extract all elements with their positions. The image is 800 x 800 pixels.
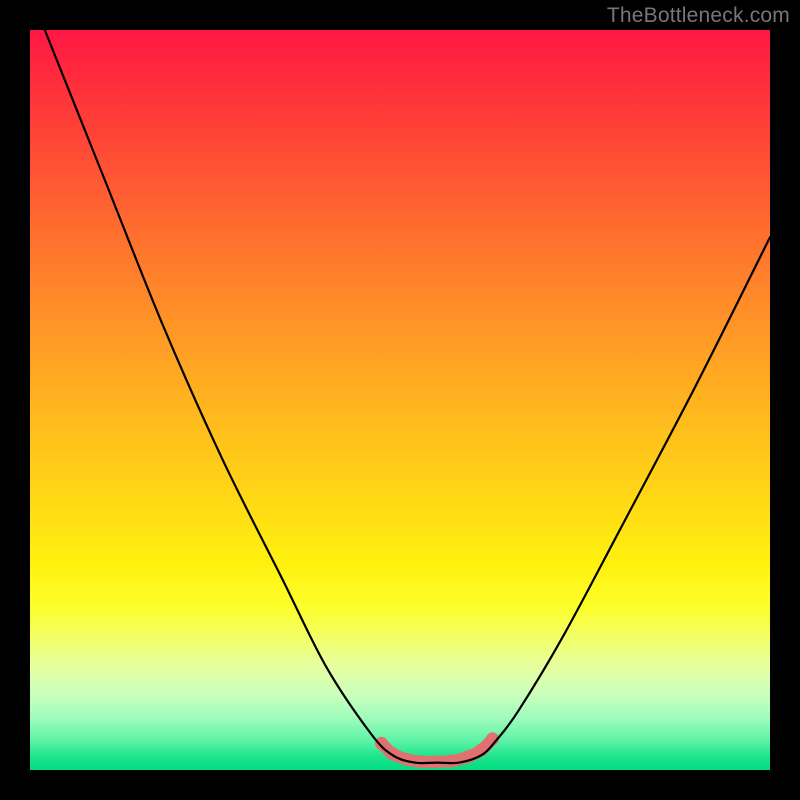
chart-frame: TheBottleneck.com: [0, 0, 800, 800]
valley-dot: [445, 755, 458, 768]
plot-area: [30, 30, 770, 770]
chart-svg: [30, 30, 770, 770]
bottleneck-curve-path: [45, 30, 770, 763]
watermark-text: TheBottleneck.com: [607, 4, 790, 28]
